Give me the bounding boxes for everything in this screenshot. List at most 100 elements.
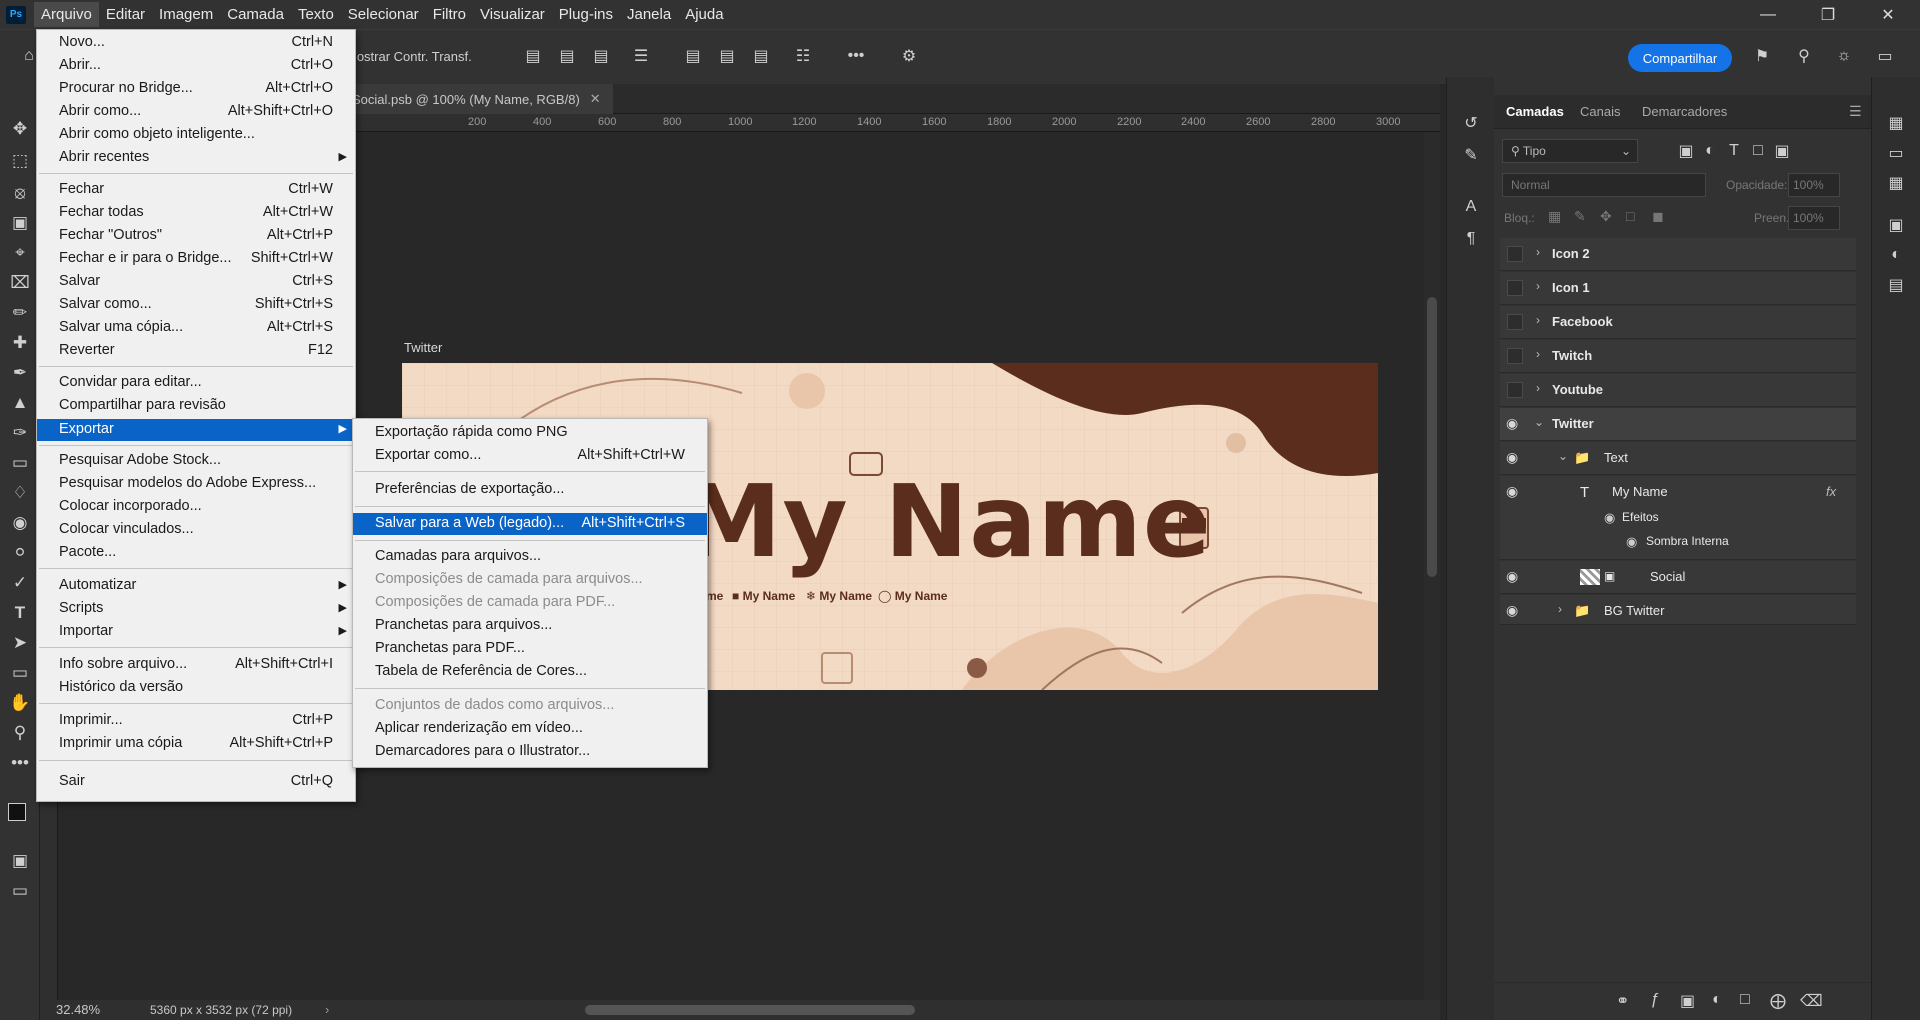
- menu-item-procurar-bridge[interactable]: Procurar no Bridge... Alt+Ctrl+O: [37, 78, 355, 100]
- delete-layer-icon[interactable]: ⌫: [1800, 991, 1823, 1011]
- discover-lightbulb-icon[interactable]: ☼: [1832, 44, 1856, 68]
- menu-item-fechar-bridge[interactable]: Fechar e ir para o Bridge... Shift+Ctrl+W: [37, 248, 355, 270]
- export-item-pranchetas-pdf[interactable]: Pranchetas para PDF...: [353, 638, 707, 660]
- menu-camada[interactable]: Camada: [220, 2, 291, 27]
- export-item-demarcadores-illustrator[interactable]: Demarcadores para o Illustrator...: [353, 741, 707, 763]
- lock-position-icon[interactable]: ✥: [1600, 208, 1612, 225]
- status-chevron-icon[interactable]: ›: [325, 1002, 329, 1017]
- export-item-renderizacao-video[interactable]: Aplicar renderização em vídeo...: [353, 718, 707, 740]
- visibility-toggle[interactable]: [1507, 348, 1523, 364]
- close-icon[interactable]: ✕: [1860, 0, 1916, 29]
- zoom-tool-icon[interactable]: ⚲: [6, 719, 34, 747]
- add-mask-icon[interactable]: ▣: [1680, 991, 1695, 1011]
- eye-icon[interactable]: ◉: [1626, 534, 1637, 550]
- menu-item-colocar-incorporado[interactable]: Colocar incorporado...: [37, 496, 355, 518]
- chevron-right-icon[interactable]: ›: [1536, 279, 1540, 293]
- menu-selecionar[interactable]: Selecionar: [341, 2, 426, 27]
- gradients-panel-icon[interactable]: ▭: [1884, 141, 1908, 165]
- align-top-icon[interactable]: ▤: [682, 44, 704, 68]
- visibility-toggle[interactable]: [1507, 280, 1523, 296]
- chevron-down-icon[interactable]: ⌄: [1534, 415, 1544, 429]
- lasso-tool-icon[interactable]: ⦻: [6, 179, 34, 207]
- eraser-tool-icon[interactable]: ▭: [6, 449, 34, 477]
- menu-editar[interactable]: Editar: [99, 2, 152, 27]
- opacity-input[interactable]: 100%: [1788, 173, 1840, 197]
- foreground-color-swatch[interactable]: [8, 803, 26, 821]
- eye-icon[interactable]: ◉: [1506, 449, 1518, 466]
- eyedropper-tool-icon[interactable]: ✏: [6, 299, 34, 327]
- menu-item-sair[interactable]: Sair Ctrl+Q: [37, 771, 355, 793]
- menu-item-colocar-vinculados[interactable]: Colocar vinculados...: [37, 519, 355, 541]
- paint-bucket-tool-icon[interactable]: ♢: [6, 479, 34, 507]
- pen-tool-icon[interactable]: ✓: [6, 569, 34, 597]
- menu-item-abrir-como[interactable]: Abrir como... Alt+Shift+Ctrl+O: [37, 101, 355, 123]
- move-tool-icon[interactable]: ✥: [6, 115, 34, 143]
- menu-item-fechar-outros[interactable]: Fechar "Outros" Alt+Ctrl+P: [37, 225, 355, 247]
- align-right-icon[interactable]: ▤: [590, 44, 612, 68]
- history-brush-tool-icon[interactable]: ✑: [6, 419, 34, 447]
- vertical-scroll-thumb[interactable]: [1427, 297, 1437, 577]
- adjustments-panel-icon[interactable]: ◐: [1884, 243, 1908, 267]
- menu-janela[interactable]: Janela: [620, 2, 678, 27]
- align-left-icon[interactable]: ▤: [522, 44, 544, 68]
- align-center-icon[interactable]: ▤: [556, 44, 578, 68]
- lock-all-icon[interactable]: ◼: [1652, 208, 1664, 225]
- notifications-bell-icon[interactable]: ⚑: [1750, 44, 1774, 68]
- layer-row[interactable]: › Facebook: [1500, 306, 1856, 339]
- visibility-toggle[interactable]: [1507, 382, 1523, 398]
- menu-item-compartilhar-revisao[interactable]: Compartilhar para revisão: [37, 395, 355, 417]
- search-icon[interactable]: ⚲: [1792, 44, 1816, 68]
- marquee-tool-icon[interactable]: ⬚: [6, 147, 34, 175]
- minimize-icon[interactable]: —: [1740, 0, 1796, 29]
- eye-icon[interactable]: ◉: [1506, 415, 1518, 432]
- export-item-tabela-cores[interactable]: Tabela de Referência de Cores...: [353, 661, 707, 683]
- settings-gear-icon[interactable]: ⚙: [898, 44, 920, 68]
- filter-type-icon[interactable]: T: [1724, 141, 1744, 161]
- tab-camadas[interactable]: Camadas: [1506, 104, 1564, 119]
- eye-icon[interactable]: ◉: [1506, 568, 1518, 585]
- workspace-icon[interactable]: ▭: [1870, 44, 1900, 68]
- menu-item-automatizar[interactable]: Automatizar ▶: [37, 575, 355, 597]
- libraries-panel-icon[interactable]: ▣: [1884, 213, 1908, 237]
- menu-item-pesquisar-stock[interactable]: Pesquisar Adobe Stock...: [37, 450, 355, 472]
- close-tab-icon[interactable]: ✕: [590, 91, 601, 107]
- layer-row[interactable]: ◉ T My Name fx ◉ Efeitos ◉ Sombra Intern…: [1500, 476, 1856, 560]
- zoom-level[interactable]: 32.48%: [56, 1002, 100, 1017]
- menu-item-pacote[interactable]: Pacote...: [37, 542, 355, 564]
- filter-adjustment-icon[interactable]: ◐: [1700, 141, 1720, 161]
- layer-row[interactable]: › Icon 2: [1500, 238, 1856, 271]
- export-item-preferencias[interactable]: Preferências de exportação...: [353, 479, 707, 501]
- layer-row[interactable]: › Youtube: [1500, 374, 1856, 407]
- menu-visualizar[interactable]: Visualizar: [473, 2, 552, 27]
- lock-artboard-icon[interactable]: □: [1626, 208, 1634, 224]
- brush-tool-icon[interactable]: ✒: [6, 359, 34, 387]
- menu-item-importar[interactable]: Importar ▶: [37, 621, 355, 643]
- export-item-camadas-arquivos[interactable]: Camadas para arquivos...: [353, 546, 707, 568]
- panel-menu-icon[interactable]: ☰: [1849, 103, 1862, 120]
- menu-arquivo[interactable]: Arquivo: [34, 2, 99, 27]
- type-tool-icon[interactable]: T: [6, 599, 34, 627]
- chevron-right-icon[interactable]: ›: [1536, 245, 1540, 259]
- layer-row[interactable]: ◉ ⌄ Twitter: [1500, 408, 1856, 441]
- dodge-tool-icon[interactable]: ⚪: [6, 539, 34, 567]
- fill-input[interactable]: 100%: [1788, 206, 1840, 230]
- new-layer-icon[interactable]: ⨁: [1770, 991, 1786, 1011]
- filter-smart-object-icon[interactable]: ▣: [1772, 141, 1792, 161]
- menu-item-salvar-copia[interactable]: Salvar uma cópia... Alt+Ctrl+S: [37, 317, 355, 339]
- blend-mode-select[interactable]: Normal: [1502, 173, 1706, 197]
- link-layers-icon[interactable]: ⚭: [1616, 991, 1629, 1011]
- align-bottom-icon[interactable]: ▤: [750, 44, 772, 68]
- menu-ajuda[interactable]: Ajuda: [678, 2, 730, 27]
- menu-imagem[interactable]: Imagem: [152, 2, 220, 27]
- show-transform-controls[interactable]: Mostrar Contr. Transf.: [346, 49, 472, 64]
- object-selection-tool-icon[interactable]: ▣: [6, 209, 34, 237]
- edit-toolbar-icon[interactable]: •••: [6, 749, 34, 777]
- horizontal-scroll-thumb[interactable]: [585, 1005, 915, 1015]
- blur-tool-icon[interactable]: ◉: [6, 509, 34, 537]
- export-item-exportar-como[interactable]: Exportar como... Alt+Shift+Ctrl+W: [353, 445, 707, 467]
- crop-tool-icon[interactable]: ⌖: [6, 239, 34, 267]
- screen-mode-icon[interactable]: ▭: [6, 877, 34, 905]
- document-tab[interactable]: Social.psb @ 100% (My Name, RGB/8) ✕: [340, 84, 613, 114]
- menu-item-salvar-como[interactable]: Salvar como... Shift+Ctrl+S: [37, 294, 355, 316]
- menu-item-convidar-editar[interactable]: Convidar para editar...: [37, 372, 355, 394]
